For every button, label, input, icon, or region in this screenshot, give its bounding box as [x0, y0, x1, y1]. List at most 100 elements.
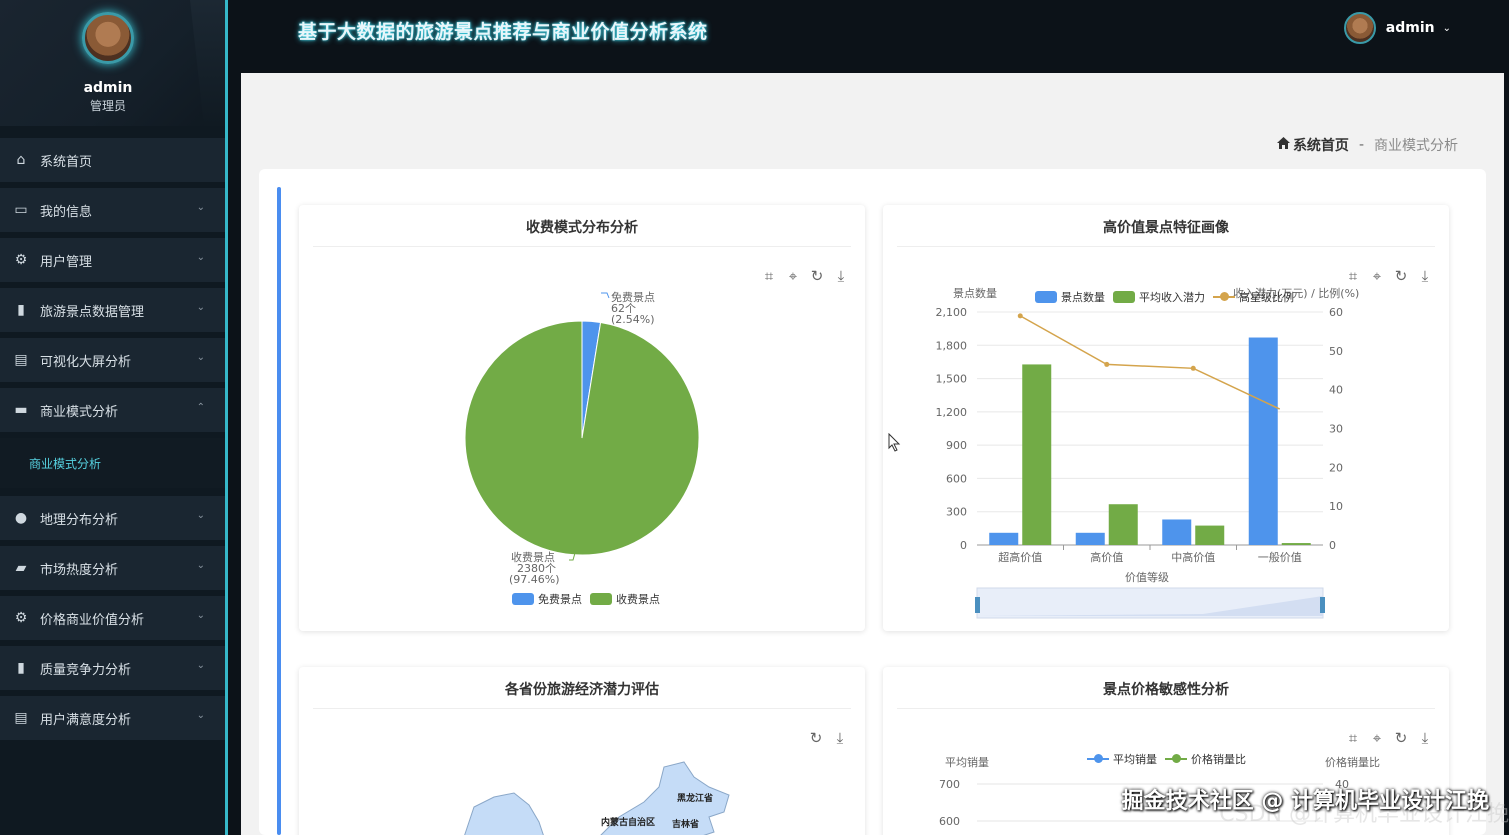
y-tick-label-right: 50 — [1329, 345, 1343, 358]
chevron-down-icon[interactable]: ⌄ — [197, 302, 205, 313]
bar-0-2[interactable] — [1162, 519, 1192, 545]
sidebar-item-5[interactable]: ▬ 商业模式分析 ⌃ — [0, 388, 225, 432]
user-avatar[interactable] — [1343, 12, 1376, 44]
bar-1-0[interactable] — [1022, 364, 1052, 545]
legend-swatch-free[interactable] — [512, 593, 534, 605]
pie-label-paid-percent: (97.46%) — [509, 573, 560, 586]
user-icon: ● — [14, 510, 28, 526]
sidebar-item-3[interactable]: ▮ 旅游景点数据管理 ⌄ — [0, 288, 225, 332]
legend-swatch-income[interactable] — [1113, 291, 1135, 303]
legend-label-paid[interactable]: 收费景点 — [616, 591, 660, 607]
pie-slice-1[interactable] — [464, 320, 700, 556]
bar-0-3[interactable] — [1248, 337, 1278, 545]
sidebar-item-8[interactable]: ⚙ 价格商业价值分析 ⌄ — [0, 596, 225, 640]
user-name[interactable]: admin — [1386, 20, 1435, 36]
x-axis-label: 价值等级 — [1125, 570, 1169, 584]
map-card: 各省份旅游经济潜力评估 ↻ ⤓ 黑龙江省 内蒙古自治区 吉林省 — [299, 667, 865, 835]
bar-chart-icon: ▮ — [17, 660, 25, 676]
sidebar-item-0[interactable]: ⌂ 系统首页 — [0, 138, 225, 182]
avatar[interactable] — [82, 12, 134, 64]
y-axis-label-left: 平均销量 — [945, 755, 989, 769]
chevron-down-icon[interactable]: ⌄ — [197, 352, 205, 363]
legend-label-free[interactable]: 免费景点 — [538, 591, 582, 607]
wallet-icon: ▰ — [15, 560, 27, 576]
monitor-icon: ▬ — [14, 402, 28, 418]
pie-label-free-percent: (2.54%) — [611, 313, 655, 326]
main-content: 系统首页 - 商业模式分析 收费模式分布分析 ⌗ ⌖ ↻ ⤓ 免费景点 62个 — [241, 73, 1504, 835]
clipboard-icon: ▤ — [14, 710, 28, 726]
bar-1-1[interactable] — [1108, 504, 1138, 545]
sidebar-item-1[interactable]: ▭ 我的信息 ⌄ — [0, 188, 225, 232]
sidebar-item-10[interactable]: ▤ 用户满意度分析 ⌄ — [0, 696, 225, 740]
legend-label-count[interactable]: 景点数量 — [1061, 289, 1105, 305]
datazoom-handle-right[interactable] — [1320, 597, 1325, 613]
panel-accent-bar — [277, 187, 281, 835]
y-tick-label: 0 — [960, 539, 967, 552]
bar-1-2[interactable] — [1195, 525, 1225, 545]
bar-0-0[interactable] — [989, 532, 1019, 545]
china-map[interactable]: 黑龙江省 内蒙古自治区 吉林省 — [299, 667, 865, 835]
chevron-down-icon[interactable]: ⌄ — [197, 252, 205, 263]
gear-icon: ⚙ — [14, 252, 28, 268]
pie-leader-free — [601, 292, 610, 299]
breadcrumb-current: 商业模式分析 — [1374, 138, 1458, 154]
chevron-down-icon[interactable]: ⌄ — [197, 560, 205, 571]
sidebar-item-label: 价格商业价值分析 — [40, 612, 145, 628]
gear-icon: ⚙ — [14, 610, 28, 626]
chevron-up-icon[interactable]: ⌃ — [197, 402, 205, 413]
watermark: 掘金技术社区 @ 计算机毕业设计江挽 — [1121, 789, 1489, 814]
breadcrumb-home[interactable]: 系统首页 — [1293, 135, 1349, 155]
legend-label-ratio[interactable]: 高星级比例 — [1239, 289, 1294, 305]
line-point-0[interactable] — [1017, 313, 1023, 319]
chevron-down-icon[interactable]: ⌄ — [197, 510, 205, 521]
user-menu[interactable]: admin ⌄ — [1343, 12, 1451, 44]
chevron-down-icon[interactable]: ⌄ — [197, 660, 205, 671]
datazoom-handle-left[interactable] — [975, 597, 980, 613]
map-label-neimenggu: 内蒙古自治区 — [601, 816, 655, 828]
sidebar-item-2[interactable]: ⚙ 用户管理 ⌄ — [0, 238, 225, 282]
y-tick-label-right: 0 — [1329, 539, 1336, 552]
bar-1-3[interactable] — [1281, 543, 1311, 545]
profile-role: 管理员 — [89, 99, 126, 113]
chevron-down-icon[interactable]: ⌄ — [197, 610, 205, 621]
line-point-2[interactable] — [1190, 365, 1196, 371]
sidebar-item-label: 用户满意度分析 — [40, 712, 132, 728]
profile-panel: admin 管理员 — [0, 0, 225, 126]
legend-swatch-ratio[interactable] — [1213, 292, 1235, 301]
legend-swatch-count[interactable] — [1035, 291, 1057, 303]
y-tick-label-right: 10 — [1329, 500, 1343, 513]
sidebar-item-label: 质量竞争力分析 — [40, 662, 132, 678]
clipboard-icon: ▤ — [14, 352, 28, 368]
pie-chart-card: 收费模式分布分析 ⌗ ⌖ ↻ ⤓ 免费景点 62个 (2.54%) 收费景点 2… — [299, 205, 865, 631]
y-axis-label-left: 景点数量 — [953, 287, 997, 300]
line-point-1[interactable] — [1104, 361, 1110, 367]
bar-0-1[interactable] — [1075, 532, 1105, 545]
legend-label-income[interactable]: 平均收入潜力 — [1139, 289, 1205, 305]
sidebar-menu: ⌂ 系统首页 ▭ 我的信息 ⌄ ⚙ 用户管理 ⌄ ▮ 旅游景点数据管理 ⌄ ▤ 可视化大屏分析 ⌄ ▬ 商业模… — [0, 138, 225, 746]
breadcrumb-separator: - — [1358, 137, 1364, 153]
y-tick-label: 1,500 — [936, 373, 968, 386]
chevron-down-icon[interactable]: ⌄ — [1443, 23, 1451, 34]
sidebar-item-label: 用户管理 — [40, 254, 93, 270]
x-tick-label: 中高价值 — [1171, 550, 1215, 564]
legend-swatch-paid[interactable] — [590, 593, 612, 605]
sidebar-item-label: 旅游景点数据管理 — [40, 304, 145, 320]
sidebar-item-6[interactable]: ● 地理分布分析 ⌄ — [0, 496, 225, 540]
y-tick-label-right: 60 — [1329, 306, 1343, 319]
submenu-item-business-model[interactable]: 商业模式分析 — [0, 438, 225, 488]
y-tick-label: 900 — [946, 439, 967, 452]
home-icon — [1276, 137, 1290, 153]
pie-legend: 免费景点 收费景点 — [504, 591, 660, 607]
map-region-west[interactable] — [464, 792, 544, 835]
chevron-down-icon[interactable]: ⌄ — [197, 710, 205, 721]
sidebar-item-7[interactable]: ▰ 市场热度分析 ⌄ — [0, 546, 225, 590]
sidebar-item-label: 市场热度分析 — [40, 562, 119, 578]
x-tick-label: 超高价值 — [998, 550, 1042, 564]
sidebar-item-label: 我的信息 — [40, 204, 93, 220]
sidebar-item-9[interactable]: ▮ 质量竞争力分析 ⌄ — [0, 646, 225, 690]
breadcrumb: 系统首页 - 商业模式分析 — [1276, 135, 1458, 155]
y-tick-label: 700 — [939, 778, 960, 791]
sidebar-item-4[interactable]: ▤ 可视化大屏分析 ⌄ — [0, 338, 225, 382]
y-tick-label-right: 30 — [1329, 423, 1343, 436]
chevron-down-icon[interactable]: ⌄ — [197, 202, 205, 213]
